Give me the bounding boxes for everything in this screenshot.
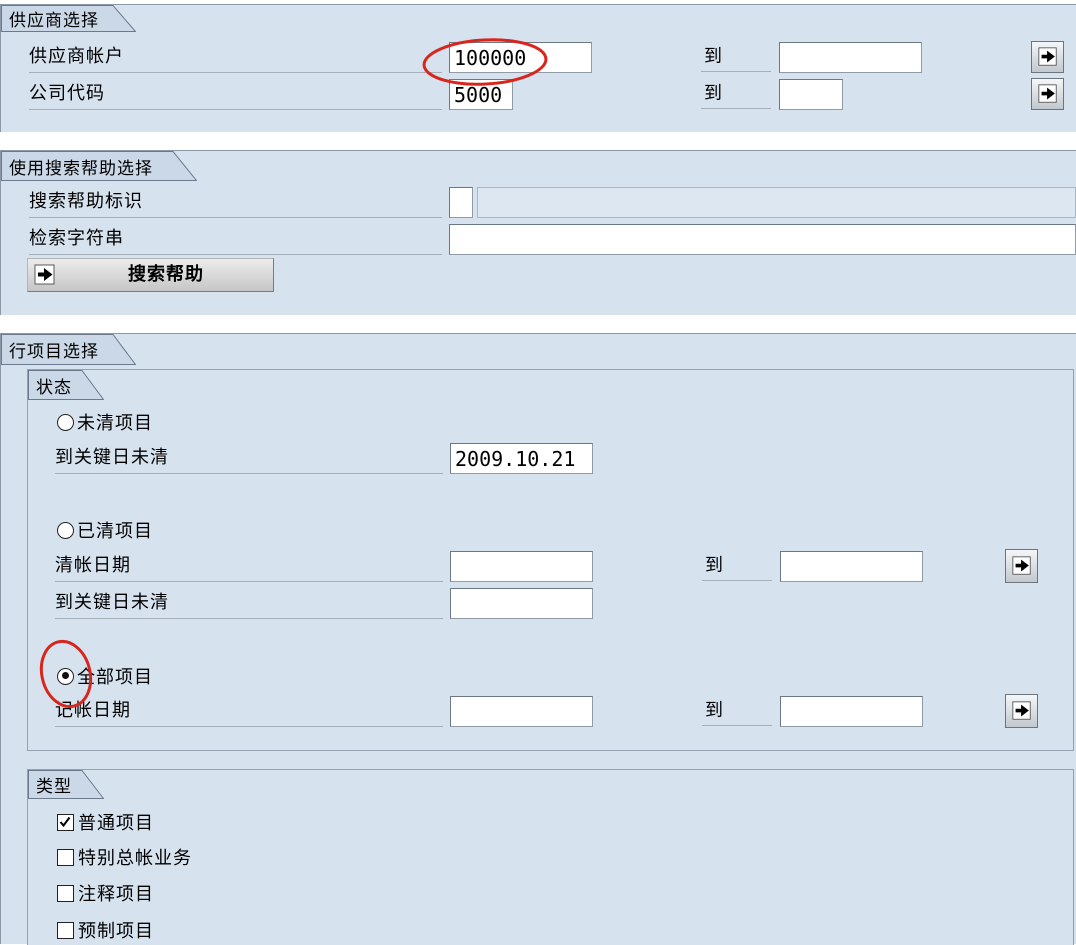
open-key-date-input[interactable] [450, 443, 593, 474]
company-code-label: 公司代码 [29, 79, 442, 110]
search-help-button-label: 搜索帮助 [128, 264, 204, 285]
radio-button[interactable] [57, 667, 74, 685]
type-tab: 类型 [28, 770, 104, 799]
special-gl-transactions-checkbox[interactable]: 特别总帐业务 [57, 842, 192, 872]
normal-items-label: 普通项目 [78, 813, 154, 834]
vendor-account-label: 供应商帐户 [29, 42, 442, 73]
check-icon [59, 816, 71, 827]
open-items-label: 未清项目 [77, 413, 153, 434]
vendor-account-from-input[interactable] [449, 42, 592, 73]
arrow-right-icon [1037, 84, 1057, 103]
arrow-right-icon [34, 264, 55, 285]
vendor-account-to-label: 到 [701, 42, 771, 72]
search-string-label: 检索字符串 [29, 224, 442, 255]
noted-items-checkbox[interactable]: 注释项目 [57, 878, 154, 908]
arrow-right-icon [1011, 556, 1031, 575]
all-items-radio[interactable]: 全部项目 [57, 661, 153, 691]
search-string-input[interactable] [449, 224, 1076, 255]
search-help-selection-panel: 使用搜索帮助选择 搜索帮助标识 检索字符串 搜索帮助 [0, 150, 1076, 315]
company-code-to-label: 到 [701, 79, 771, 109]
vendor-selection-tab: 供应商选择 [1, 5, 136, 32]
vendor-selection-title: 供应商选择 [9, 11, 99, 31]
type-group: 类型 普通项目 特别总帐业务 注释项目 预制项目 [27, 769, 1074, 945]
parked-items-label: 预制项目 [78, 921, 154, 942]
checkbox[interactable] [57, 848, 74, 866]
vendor-account-to-input[interactable] [779, 42, 922, 73]
cleared-items-radio[interactable]: 已清项目 [57, 515, 153, 545]
status-group: 状态 未清项目 到关键日未清 已清项目 清帐日期 到 到关键日未清 全部项目 记… [27, 369, 1074, 751]
clearing-date-to-label: 到 [702, 551, 772, 581]
vendor-account-multiple-selection-button[interactable] [1031, 41, 1064, 73]
vendor-selection-panel: 供应商选择 供应商帐户 到 公司代码 到 [0, 4, 1076, 132]
search-help-selection-tab: 使用搜索帮助选择 [1, 151, 197, 181]
clearing-date-label: 清帐日期 [55, 551, 443, 582]
company-code-multiple-selection-button[interactable] [1031, 78, 1064, 110]
radio-button[interactable] [57, 413, 74, 431]
line-item-selection-title: 行项目选择 [9, 342, 99, 362]
posting-date-to-input[interactable] [780, 696, 923, 727]
normal-items-checkbox[interactable]: 普通项目 [57, 807, 154, 837]
clearing-date-from-input[interactable] [450, 551, 593, 582]
posting-date-label: 记帐日期 [55, 696, 443, 727]
cleared-items-label: 已清项目 [77, 521, 153, 542]
status-title: 状态 [36, 377, 72, 398]
status-tab: 状态 [28, 370, 104, 400]
special-gl-transactions-label: 特别总帐业务 [78, 848, 192, 869]
checkbox[interactable] [57, 813, 74, 831]
search-help-id-input[interactable] [449, 187, 473, 218]
open-key-date-label: 到关键日未清 [55, 443, 443, 474]
parked-items-checkbox[interactable]: 预制项目 [57, 915, 154, 945]
cleared-open-key-date-input[interactable] [450, 588, 593, 619]
posting-date-from-input[interactable] [450, 696, 593, 727]
all-items-label: 全部项目 [77, 667, 153, 688]
noted-items-label: 注释项目 [78, 884, 154, 905]
search-help-description-field [477, 187, 1076, 218]
checkbox[interactable] [57, 921, 74, 939]
clearing-date-to-input[interactable] [780, 551, 923, 582]
search-help-selection-title: 使用搜索帮助选择 [9, 158, 153, 179]
checkbox[interactable] [57, 884, 74, 902]
line-item-selection-tab: 行项目选择 [1, 334, 136, 365]
posting-date-to-label: 到 [702, 696, 772, 726]
open-items-radio[interactable]: 未清项目 [57, 407, 153, 437]
type-title: 类型 [36, 777, 72, 797]
company-code-to-input[interactable] [779, 79, 843, 110]
arrow-right-icon [1011, 701, 1031, 720]
posting-date-multiple-selection-button[interactable] [1005, 694, 1038, 728]
line-item-selection-panel: 行项目选择 状态 未清项目 到关键日未清 已清项目 清帐日期 到 [0, 333, 1076, 945]
arrow-right-icon [1037, 47, 1057, 66]
cleared-open-key-date-label: 到关键日未清 [55, 588, 443, 619]
search-help-id-label: 搜索帮助标识 [29, 187, 442, 218]
clearing-date-multiple-selection-button[interactable] [1005, 549, 1038, 583]
radio-button[interactable] [57, 521, 74, 539]
search-help-button[interactable]: 搜索帮助 [27, 258, 274, 292]
company-code-from-input[interactable] [449, 79, 513, 110]
